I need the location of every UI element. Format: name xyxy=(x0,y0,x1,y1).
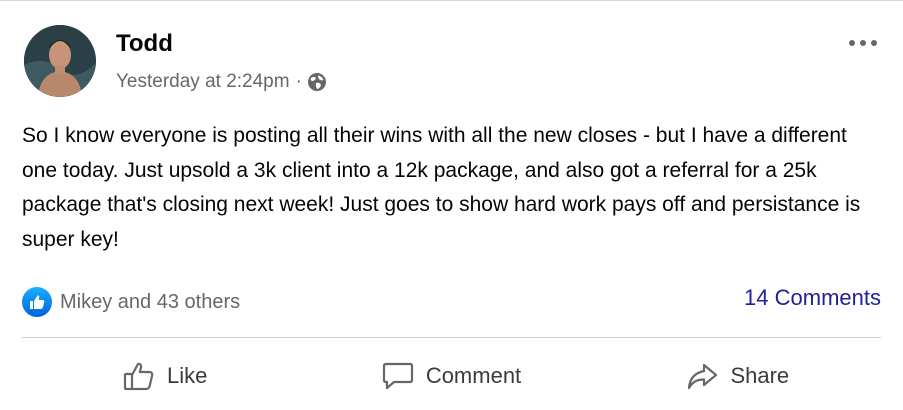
avatar[interactable] xyxy=(24,25,96,97)
author-name[interactable]: Todd xyxy=(116,30,173,58)
like-label: Like xyxy=(166,363,208,388)
action-bar: Like Comment Share xyxy=(22,351,881,401)
comment-button[interactable]: Comment xyxy=(308,361,594,391)
thumbs-up-icon xyxy=(123,361,155,391)
like-reaction-icon xyxy=(22,287,52,317)
dot xyxy=(871,40,877,46)
dot xyxy=(849,40,855,46)
reactions-summary[interactable]: Mikey and 43 others xyxy=(22,287,240,317)
share-label: Share xyxy=(730,363,790,388)
comment-icon xyxy=(382,361,414,391)
post-meta: Yesterday at 2:24pm · xyxy=(116,71,327,93)
reactions-text[interactable]: Mikey and 43 others xyxy=(60,291,240,314)
share-button[interactable]: Share xyxy=(595,361,881,391)
dot xyxy=(860,40,866,46)
comment-label: Comment xyxy=(425,363,522,388)
more-options-icon[interactable] xyxy=(845,29,881,57)
like-button[interactable]: Like xyxy=(22,361,308,391)
globe-icon[interactable] xyxy=(307,72,327,92)
post-card: Todd Yesterday at 2:24pm · So I know eve… xyxy=(0,0,903,410)
divider xyxy=(22,337,881,338)
post-timestamp[interactable]: Yesterday at 2:24pm xyxy=(116,71,290,93)
comments-count-link[interactable]: 14 Comments xyxy=(744,285,881,311)
share-arrow-icon xyxy=(686,361,718,391)
post-text: So I know everyone is posting all their … xyxy=(22,124,861,251)
meta-separator: · xyxy=(295,71,302,92)
